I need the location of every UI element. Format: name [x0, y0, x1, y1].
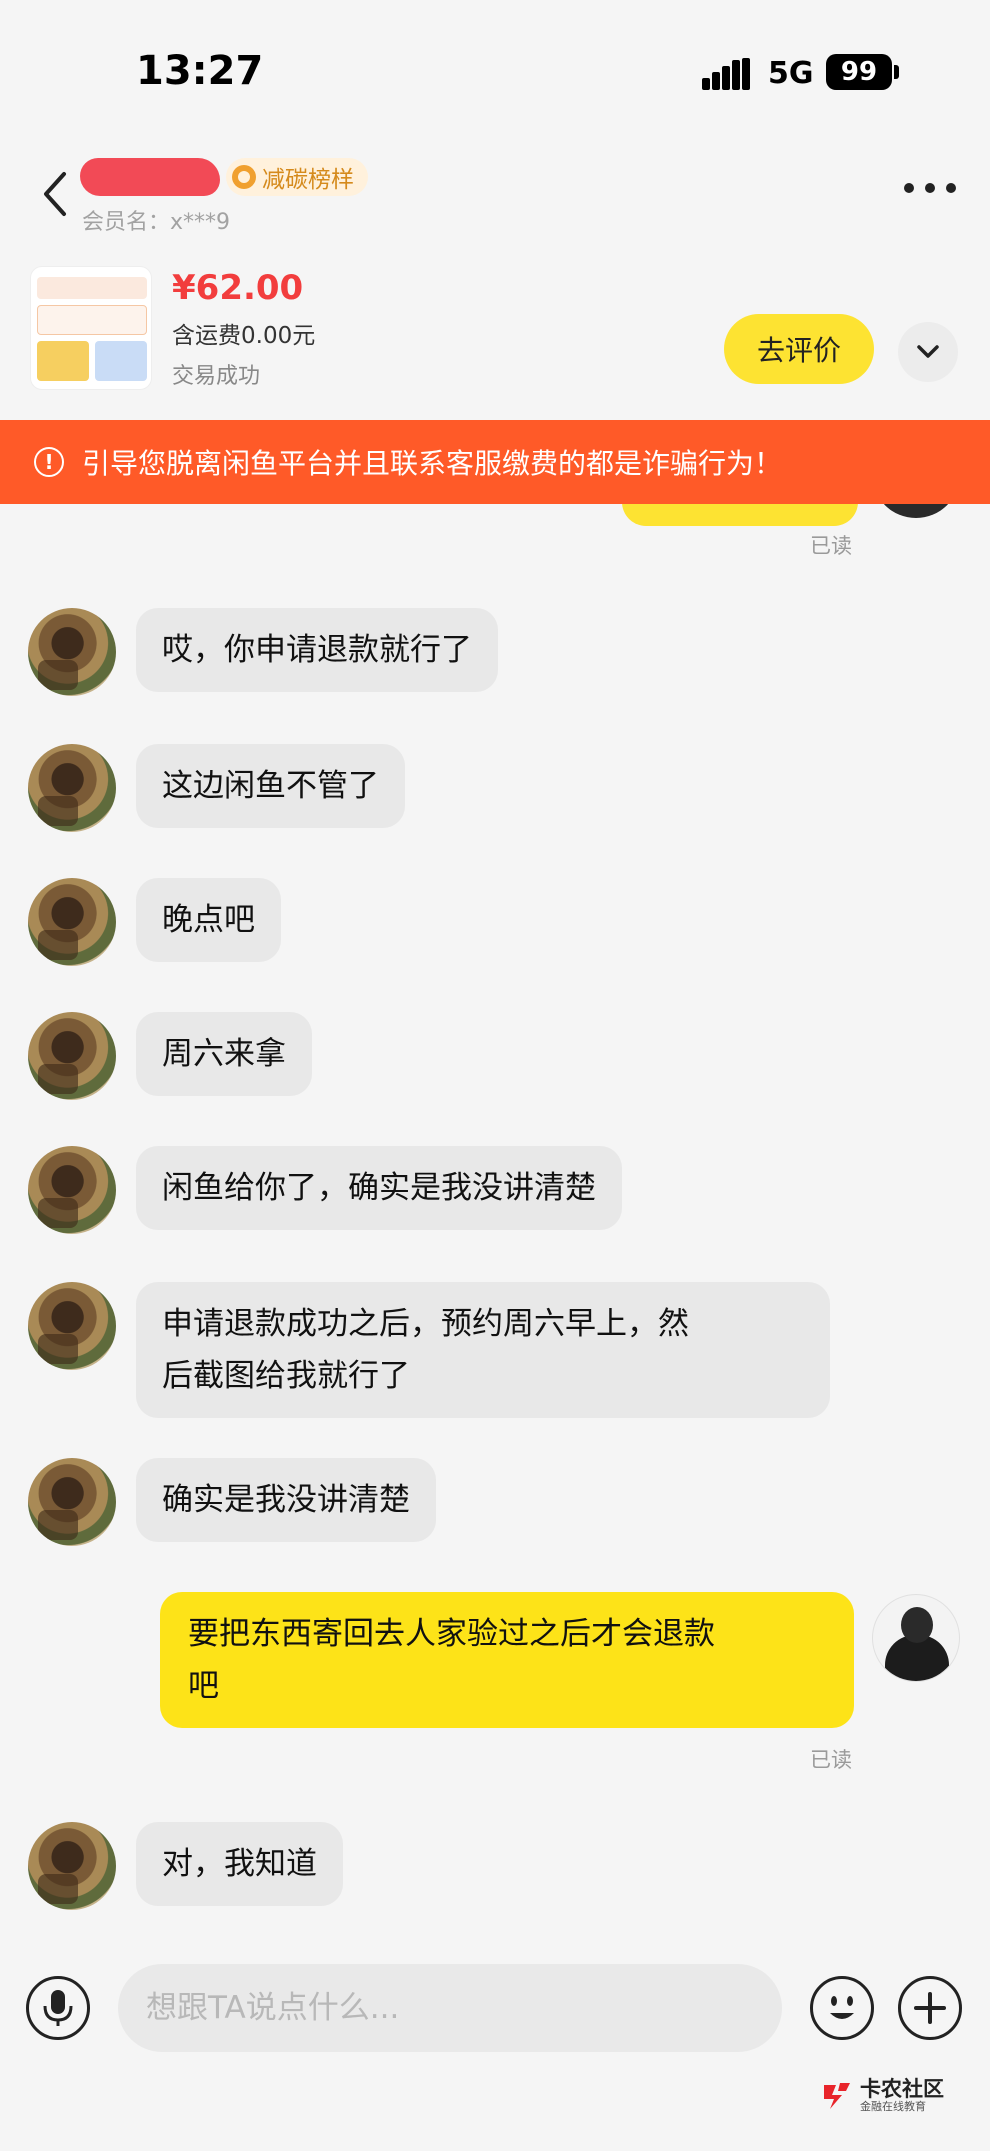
review-button[interactable]: 去评价 [724, 314, 874, 384]
watermark-subtitle: 金融在线教育 [860, 2100, 926, 2113]
chevron-down-icon [917, 345, 939, 358]
more-dot-icon [904, 183, 914, 193]
more-button[interactable] [904, 180, 956, 196]
add-button[interactable] [898, 1976, 962, 2040]
product-price: ¥62.00 [172, 268, 304, 308]
message-bubble: 确实是我没讲清楚 [136, 1458, 436, 1542]
contact-avatar[interactable] [28, 744, 116, 832]
carbon-badge[interactable]: 减碳榜样 [226, 158, 368, 196]
badge-label: 减碳榜样 [262, 167, 354, 193]
voice-button[interactable] [26, 1976, 90, 2040]
expand-button[interactable] [898, 322, 958, 382]
message-bubble: 对，我知道 [136, 1822, 343, 1906]
member-name: 会员名：x***9 [82, 210, 231, 235]
message-bubble: 申请退款成功之后，预约周六早上，然 后截图给我就行了 [136, 1282, 830, 1418]
contact-avatar[interactable] [28, 878, 116, 966]
leaf-icon [232, 165, 256, 189]
contact-avatar[interactable] [28, 1282, 116, 1370]
more-dot-icon [946, 183, 956, 193]
network-type: 5G [768, 56, 814, 91]
clock: 13:27 [136, 48, 264, 94]
watermark: 卡农社区 金融在线教育 [820, 2078, 944, 2114]
message-bubble-partial [622, 504, 858, 526]
my-message-bubble: 要把东西寄回去人家验过之后才会退款 吧 [160, 1592, 854, 1728]
message-bubble: 闲鱼给你了，确实是我没讲清楚 [136, 1146, 622, 1230]
microphone-icon [43, 1990, 73, 2026]
plus-icon [914, 1992, 946, 2024]
alert-icon: ! [34, 447, 64, 477]
signal-icon [702, 58, 752, 90]
smiley-icon [830, 1996, 854, 2019]
message-line: 要把东西寄回去人家验过之后才会退款 [188, 1616, 715, 1652]
input-bar [0, 1944, 990, 2084]
chat-messages[interactable]: 已读 哎，你申请退款就行了 这边闲鱼不管了 晚点吧 周六来拿 闲鱼给你了，确实是… [0, 504, 990, 1944]
watermark-title: 卡农社区 [860, 2077, 944, 2101]
message-bubble: 晚点吧 [136, 878, 281, 962]
chevron-left-icon [44, 172, 66, 216]
fraud-warning-banner: ! 引导您脱离闲鱼平台并且联系客服缴费的都是诈骗行为！ [0, 420, 990, 504]
redacted-username [80, 158, 220, 196]
status-bar: 13:27 5G 99 [0, 0, 990, 140]
contact-avatar[interactable] [28, 608, 116, 696]
watermark-logo-icon [820, 2079, 854, 2113]
message-input[interactable] [118, 1964, 782, 2052]
emoji-button[interactable] [810, 1976, 874, 2040]
battery-icon: 99 [826, 54, 892, 90]
product-thumbnail[interactable] [30, 266, 152, 390]
battery-tip [894, 65, 899, 79]
message-bubble: 哎，你申请退款就行了 [136, 608, 498, 692]
message-line: 后截图给我就行了 [162, 1358, 410, 1394]
chat-header: 减碳榜样 会员名：x***9 [0, 140, 990, 250]
contact-avatar[interactable] [28, 1012, 116, 1100]
shipping-fee: 含运费0.00元 [172, 323, 316, 349]
message-line: 申请退款成功之后，预约周六早上，然 [162, 1306, 689, 1342]
contact-avatar[interactable] [28, 1458, 116, 1546]
contact-avatar[interactable] [28, 1146, 116, 1234]
read-receipt: 已读 [810, 1748, 852, 1772]
contact-avatar[interactable] [28, 1822, 116, 1910]
warning-text: 引导您脱离闲鱼平台并且联系客服缴费的都是诈骗行为！ [82, 447, 783, 480]
trade-status: 交易成功 [172, 364, 261, 389]
product-card: ¥62.00 含运费0.00元 交易成功 去评价 [0, 250, 990, 420]
more-dot-icon [925, 183, 935, 193]
message-bubble: 这边闲鱼不管了 [136, 744, 405, 828]
read-receipt: 已读 [810, 534, 852, 558]
message-bubble: 周六来拿 [136, 1012, 312, 1096]
message-line: 吧 [188, 1668, 219, 1704]
my-avatar[interactable] [872, 1594, 960, 1682]
my-avatar-partial [872, 504, 960, 518]
back-button[interactable] [36, 166, 76, 222]
